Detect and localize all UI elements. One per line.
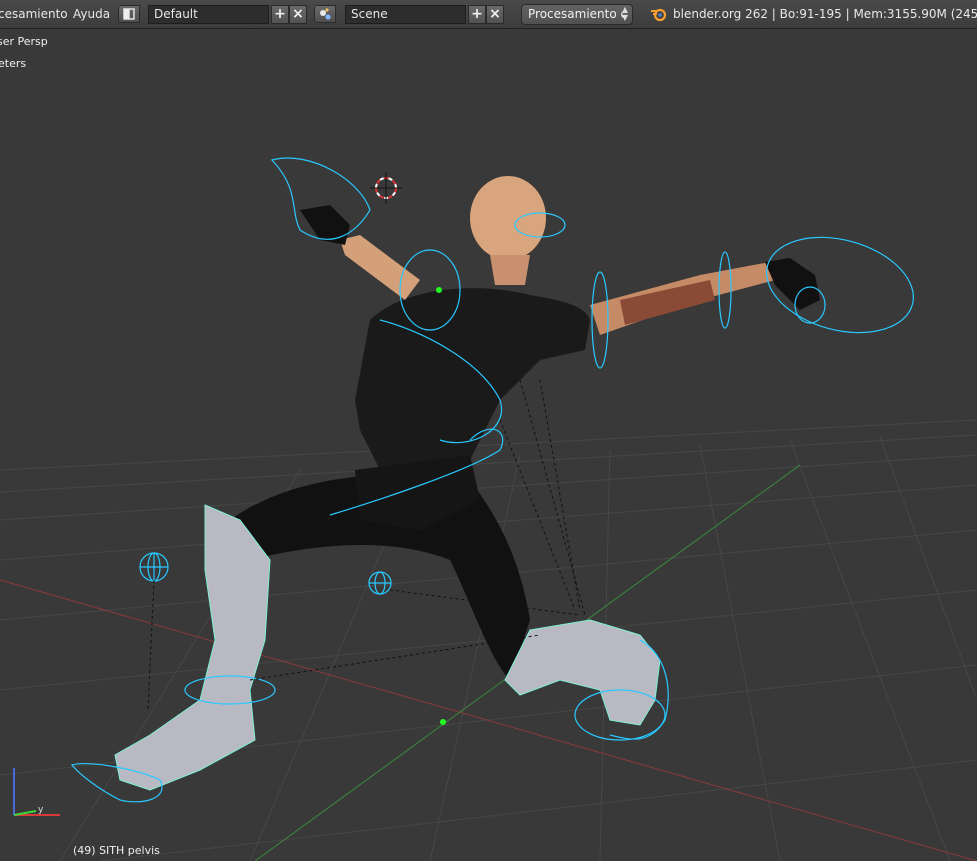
render-engine-label: Procesamiento c bbox=[528, 7, 628, 21]
left-arm bbox=[340, 235, 420, 300]
character-mesh[interactable] bbox=[114, 176, 820, 791]
menu-help[interactable]: Ayuda bbox=[73, 7, 110, 21]
x-icon: × bbox=[489, 6, 501, 22]
remove-screen-button[interactable]: × bbox=[289, 5, 307, 24]
gizmo-y-label: y bbox=[38, 805, 44, 815]
chevron-updown-icon: ▲ ▼ bbox=[621, 5, 628, 22]
add-scene-button[interactable]: + bbox=[468, 5, 486, 24]
render-engine-dropdown[interactable]: Procesamiento c ▲ ▼ bbox=[521, 4, 633, 25]
right-glove bbox=[765, 258, 820, 310]
3d-viewport[interactable]: ser Persp eters y (49) SITH pelvis bbox=[0, 29, 977, 861]
origin-point bbox=[440, 719, 446, 725]
blender-logo-icon bbox=[651, 8, 667, 22]
status-info: blender.org 262 | Bo:91-195 | Mem:3155.9… bbox=[673, 7, 977, 21]
screen-layout-field[interactable]: Default bbox=[148, 5, 269, 24]
plus-icon: + bbox=[471, 6, 483, 22]
object-info-label: (49) SITH pelvis bbox=[73, 844, 160, 857]
remove-scene-button[interactable]: × bbox=[486, 5, 504, 24]
scene-canvas[interactable]: y bbox=[0, 29, 977, 861]
scene-button[interactable] bbox=[314, 5, 336, 23]
torso-vest bbox=[355, 288, 590, 470]
info-header: cesamiento Ayuda Default + × Scene + × P… bbox=[0, 0, 977, 29]
head bbox=[470, 176, 546, 260]
screen-layout-button[interactable] bbox=[118, 5, 140, 23]
add-screen-button[interactable]: + bbox=[271, 5, 289, 24]
scene-field[interactable]: Scene bbox=[345, 5, 466, 24]
menu-render[interactable]: cesamiento bbox=[0, 7, 68, 21]
scene-icon bbox=[320, 8, 331, 20]
ik-target-pelvis[interactable] bbox=[368, 571, 392, 595]
axes-gizmo-icon: y bbox=[13, 768, 60, 816]
bone-point bbox=[436, 287, 442, 293]
x-icon: × bbox=[292, 6, 304, 22]
plus-icon: + bbox=[274, 6, 286, 22]
ik-target-left[interactable] bbox=[139, 552, 169, 582]
neck bbox=[490, 255, 530, 285]
screen-layout-icon bbox=[123, 8, 135, 20]
3d-cursor-icon[interactable] bbox=[370, 172, 402, 204]
